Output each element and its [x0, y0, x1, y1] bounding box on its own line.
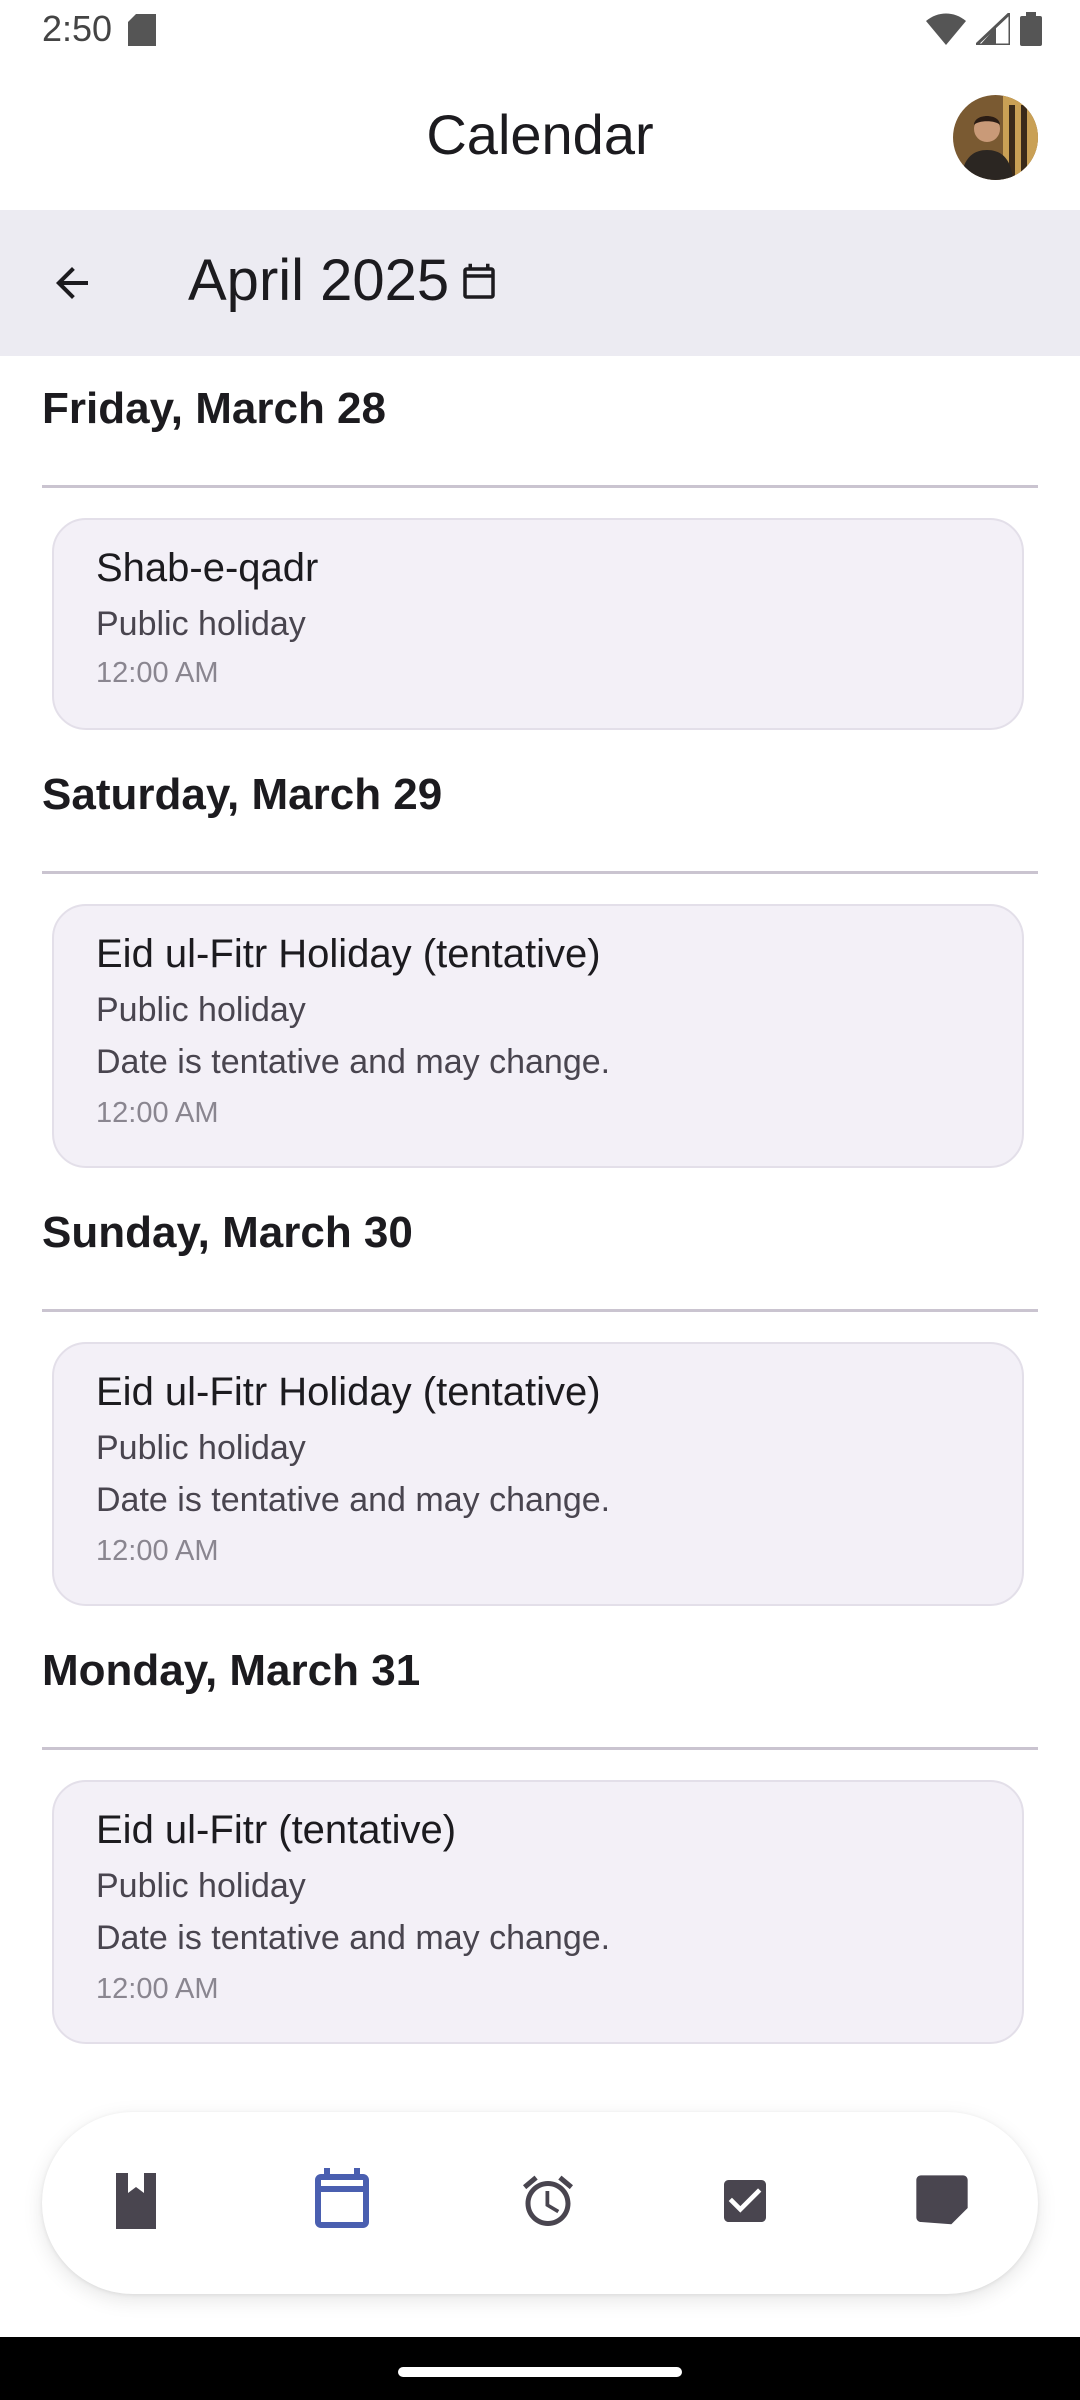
avatar[interactable]	[953, 95, 1038, 180]
alarm-icon	[518, 2171, 578, 2236]
status-bar: 2:50	[0, 0, 1080, 62]
page-title: Calendar	[426, 103, 654, 166]
day-header: Sunday, March 30	[42, 1208, 413, 1257]
divider	[42, 1309, 1038, 1312]
bookmark-book-icon	[112, 2172, 160, 2234]
arrow-left-icon	[48, 259, 96, 312]
cell-signal-icon	[972, 9, 1012, 50]
event-card[interactable]: Eid ul-Fitr (tentative) Public holiday D…	[52, 1780, 1024, 2044]
back-button[interactable]	[42, 255, 102, 315]
day-header: Monday, March 31	[42, 1646, 421, 1695]
nav-item-calendar[interactable]	[282, 2112, 402, 2294]
event-title: Eid ul-Fitr Holiday (tentative)	[96, 932, 601, 976]
event-list[interactable]: Friday, March 28 Shab-e-qadr Public holi…	[0, 356, 1080, 2096]
day-header: Saturday, March 29	[42, 770, 443, 819]
event-title: Shab-e-qadr	[96, 546, 319, 590]
calendar-icon	[306, 2165, 378, 2242]
note-icon	[914, 2173, 970, 2234]
nav-item-book[interactable]	[76, 2112, 196, 2294]
status-time: 2:50	[42, 8, 113, 49]
wifi-icon	[926, 13, 966, 50]
event-title: Eid ul-Fitr Holiday (tentative)	[96, 1370, 601, 1414]
event-note: Date is tentative and may change.	[96, 1919, 611, 1957]
event-card[interactable]: Shab-e-qadr Public holiday 12:00 AM	[52, 518, 1024, 730]
event-note: Date is tentative and may change.	[96, 1481, 611, 1519]
event-time: 12:00 AM	[96, 657, 219, 689]
event-title: Eid ul-Fitr (tentative)	[96, 1808, 457, 1852]
sd-card-icon	[128, 14, 156, 51]
divider	[42, 485, 1038, 488]
event-subtitle: Public holiday	[96, 605, 306, 643]
app-bar: Calendar	[0, 62, 1080, 210]
system-nav-bar	[0, 2337, 1080, 2400]
day-header: Friday, March 28	[42, 384, 386, 433]
event-subtitle: Public holiday	[96, 991, 306, 1029]
checkbox-icon	[717, 2173, 773, 2234]
event-note: Date is tentative and may change.	[96, 1043, 611, 1081]
event-time: 12:00 AM	[96, 1097, 219, 1129]
calendar-picker-icon[interactable]	[458, 262, 500, 309]
month-bar: April 2025	[0, 210, 1080, 356]
event-subtitle: Public holiday	[96, 1867, 306, 1905]
bottom-nav	[42, 2112, 1038, 2294]
event-card[interactable]: Eid ul-Fitr Holiday (tentative) Public h…	[52, 904, 1024, 1168]
nav-item-tasks[interactable]	[685, 2112, 805, 2294]
event-card[interactable]: Eid ul-Fitr Holiday (tentative) Public h…	[52, 1342, 1024, 1606]
battery-icon	[1020, 12, 1042, 51]
home-gesture-handle[interactable]	[398, 2367, 682, 2377]
nav-item-alarm[interactable]	[488, 2112, 608, 2294]
event-time: 12:00 AM	[96, 1535, 219, 1567]
divider	[42, 871, 1038, 874]
divider	[42, 1747, 1038, 1750]
nav-item-notes[interactable]	[882, 2112, 1002, 2294]
status-icons	[926, 9, 1042, 51]
event-time: 12:00 AM	[96, 1973, 219, 2005]
month-label[interactable]: April 2025	[188, 247, 449, 314]
event-subtitle: Public holiday	[96, 1429, 306, 1467]
